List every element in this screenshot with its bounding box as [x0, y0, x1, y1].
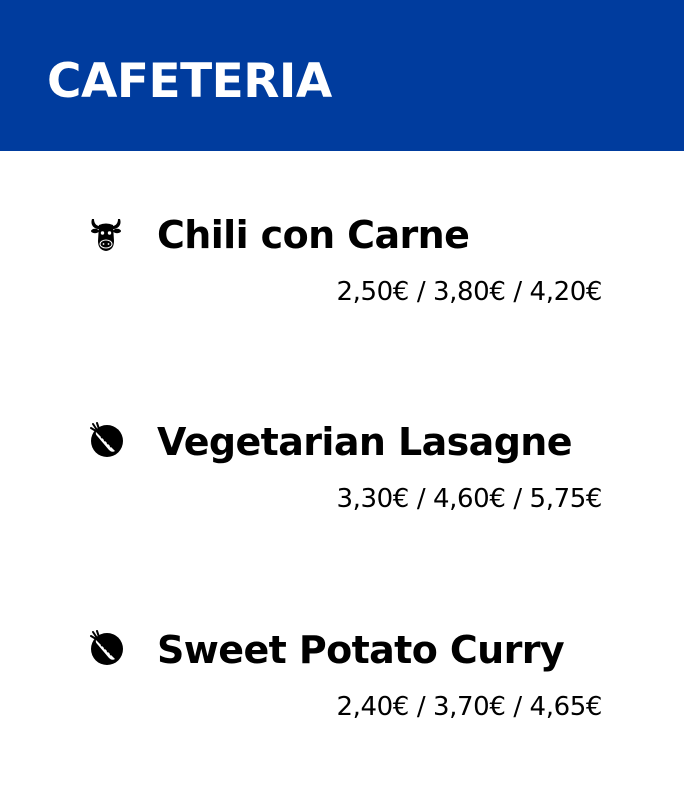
- menu-item-name: Sweet Potato Curry: [157, 628, 565, 672]
- menu-item-price: 3,30€ / 4,60€ / 5,75€: [336, 484, 603, 514]
- carrot-icon: [88, 420, 124, 460]
- carrot-icon: [88, 628, 124, 668]
- menu-item-sweet-potato-curry: Sweet Potato Curry 2,40€ / 3,70€ / 4,65€: [0, 628, 684, 748]
- page-title: CAFETERIA: [47, 54, 332, 109]
- menu-item-price: 2,40€ / 3,70€ / 4,65€: [336, 692, 603, 722]
- cow-icon: [88, 213, 124, 253]
- menu-item-name: Chili con Carne: [157, 213, 470, 257]
- menu-item-name: Vegetarian Lasagne: [157, 420, 573, 464]
- menu-item-chili-con-carne: Chili con Carne 2,50€ / 3,80€ / 4,20€: [0, 213, 684, 333]
- header-bar: CAFETERIA: [0, 0, 684, 151]
- menu-item-vegetarian-lasagne: Vegetarian Lasagne 3,30€ / 4,60€ / 5,75€: [0, 420, 684, 540]
- menu-item-price: 2,50€ / 3,80€ / 4,20€: [336, 277, 603, 307]
